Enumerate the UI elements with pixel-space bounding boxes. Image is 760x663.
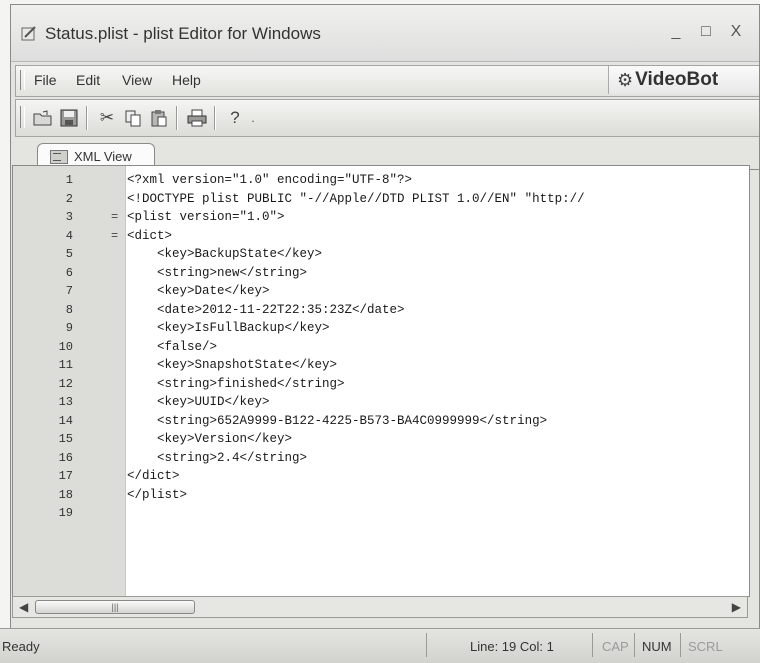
- scroll-left-icon[interactable]: ◀: [19, 600, 28, 614]
- line-number: 17: [58, 469, 73, 483]
- menu-help[interactable]: Help: [172, 72, 201, 88]
- code-line[interactable]: <key>IsFullBackup</key>: [127, 321, 330, 335]
- toolbar-separator: [86, 106, 88, 130]
- toolbar-separator: [214, 106, 216, 130]
- line-number: 4: [65, 228, 73, 243]
- code-line[interactable]: <false/>: [127, 340, 217, 354]
- line-number: 6: [65, 265, 73, 280]
- line-number: 15: [58, 432, 73, 446]
- toolbar-overflow-icon[interactable]: .: [242, 107, 264, 129]
- menu-view[interactable]: View: [122, 72, 152, 88]
- code-line[interactable]: <key>Date</key>: [127, 284, 270, 298]
- code-line[interactable]: <plist version="1.0">: [127, 210, 285, 224]
- open-folder-icon[interactable]: [32, 107, 54, 129]
- window-title: Status.plist - plist Editor for Windows: [45, 24, 321, 43]
- fold-toggle-icon[interactable]: =: [111, 210, 121, 224]
- status-divider: [634, 633, 635, 657]
- line-number: 7: [65, 284, 73, 298]
- print-icon[interactable]: [186, 107, 208, 129]
- save-icon[interactable]: [58, 107, 80, 129]
- line-number: 2: [65, 191, 73, 206]
- fold-toggle-icon[interactable]: =: [111, 229, 121, 243]
- code-line[interactable]: <string>2.4</string>: [127, 451, 307, 465]
- status-ready: Ready: [2, 639, 40, 654]
- menu-grip[interactable]: [20, 70, 25, 90]
- xml-editor[interactable]: 1 <?xml version="1.0" encoding="UTF-8"?> 2…: [12, 165, 750, 597]
- status-scroll: SCRL: [688, 639, 723, 654]
- toolbar-separator: [176, 106, 178, 130]
- status-caps: CAP: [602, 639, 629, 654]
- line-number: 12: [58, 376, 73, 391]
- minimize-button[interactable]: _: [665, 23, 687, 41]
- status-divider: [680, 633, 681, 657]
- menu-edit[interactable]: Edit: [76, 72, 100, 88]
- paste-icon[interactable]: [148, 107, 170, 129]
- code-line[interactable]: <key>BackupState</key>: [127, 247, 322, 261]
- videobot-logo: ⚙ VideoBot: [608, 66, 759, 94]
- line-number: 18: [58, 487, 73, 502]
- logo-mark-icon: ⚙: [617, 69, 634, 90]
- menu-bar: File Edit View Help ⚙ VideoBot: [15, 65, 759, 97]
- horizontal-scrollbar[interactable]: ◀ ||| ▶: [12, 596, 748, 618]
- menu-file[interactable]: File: [34, 72, 57, 88]
- line-number: 8: [65, 302, 73, 317]
- line-number: 5: [65, 247, 73, 261]
- code-line[interactable]: <key>SnapshotState</key>: [127, 358, 337, 372]
- app-icon: [21, 26, 36, 41]
- code-line[interactable]: <date>2012-11-22T22:35:23Z</date>: [127, 303, 405, 317]
- code-line[interactable]: <dict>: [127, 229, 172, 243]
- line-number: 3: [65, 210, 73, 224]
- toolbar: ✂ ? .: [15, 99, 759, 137]
- status-bar: Ready Line: 19 Col: 1 CAP NUM SCRL: [0, 628, 760, 663]
- logo-text: VideoBot: [635, 69, 719, 90]
- code-line[interactable]: </plist>: [127, 488, 187, 502]
- status-divider: [592, 633, 593, 657]
- line-number: 19: [58, 506, 73, 520]
- line-number: 14: [58, 413, 73, 428]
- code-line[interactable]: <key>Version</key>: [127, 432, 292, 446]
- status-num: NUM: [642, 639, 672, 654]
- code-line[interactable]: <?xml version="1.0" encoding="UTF-8"?>: [127, 173, 412, 187]
- line-number: 10: [58, 339, 73, 354]
- status-divider: [426, 633, 427, 657]
- line-number: 11: [58, 358, 73, 372]
- close-button[interactable]: X: [725, 23, 747, 41]
- line-number: 9: [65, 321, 73, 335]
- cut-icon[interactable]: ✂: [96, 107, 118, 129]
- line-number: 16: [58, 450, 73, 465]
- scroll-thumb[interactable]: |||: [35, 600, 195, 614]
- xml-view-icon: [50, 149, 68, 164]
- scroll-right-icon[interactable]: ▶: [732, 600, 741, 614]
- code-line[interactable]: <string>new</string>: [127, 266, 307, 280]
- tab-label: XML View: [74, 149, 132, 164]
- code-line[interactable]: <!DOCTYPE plist PUBLIC "-//Apple//DTD PL…: [127, 192, 585, 206]
- code-line[interactable]: <string>finished</string>: [127, 377, 345, 391]
- copy-icon[interactable]: [122, 107, 144, 129]
- line-number: 13: [58, 395, 73, 409]
- status-line-col: Line: 19 Col: 1: [470, 639, 554, 654]
- line-number: 1: [65, 173, 73, 187]
- code-line[interactable]: </dict>: [127, 469, 180, 483]
- maximize-button[interactable]: □: [695, 23, 717, 41]
- title-bar[interactable]: Status.plist - plist Editor for Windows …: [11, 5, 759, 62]
- toolbar-grip[interactable]: [20, 106, 25, 128]
- code-line[interactable]: <string>652A9999-B122-4225-B573-BA4C0999…: [127, 414, 547, 428]
- code-line[interactable]: <key>UUID</key>: [127, 395, 270, 409]
